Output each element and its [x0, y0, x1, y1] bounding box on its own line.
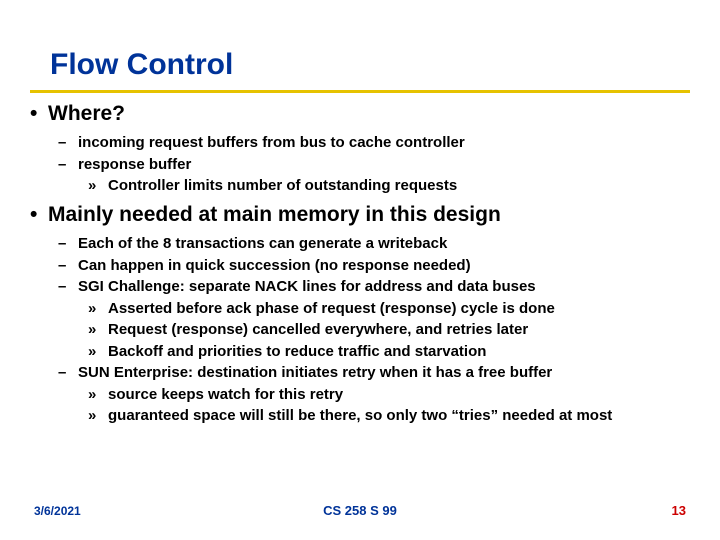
bullet-lvl2: incoming request buffers from bus to cac…	[58, 133, 690, 153]
slide-title: Flow Control	[50, 48, 690, 82]
bullet-lvl3: Asserted before ack phase of request (re…	[88, 299, 690, 319]
title-underline	[30, 90, 690, 93]
bullet-lvl2: response buffer	[58, 155, 690, 175]
bullet-lvl2: SGI Challenge: separate NACK lines for a…	[58, 277, 690, 297]
bullet-lvl3: Controller limits number of outstanding …	[88, 176, 690, 196]
slide: Flow Control Where? incoming request buf…	[0, 0, 720, 540]
bullet-lvl2: Can happen in quick succession (no respo…	[58, 256, 690, 276]
bullet-lvl1: Mainly needed at main memory in this des…	[30, 202, 690, 228]
footer-course: CS 258 S 99	[323, 503, 397, 518]
bullet-lvl1: Where?	[30, 101, 690, 127]
bullet-lvl3: source keeps watch for this retry	[88, 385, 690, 405]
bullet-lvl3: Request (response) cancelled everywhere,…	[88, 320, 690, 340]
footer: 3/6/2021 CS 258 S 99 13	[0, 503, 720, 518]
bullet-list: Where? incoming request buffers from bus…	[30, 101, 690, 426]
bullet-lvl2: Each of the 8 transactions can generate …	[58, 234, 690, 254]
bullet-lvl2: SUN Enterprise: destination initiates re…	[58, 363, 690, 383]
bullet-lvl3: guaranteed space will still be there, so…	[88, 406, 690, 426]
footer-date: 3/6/2021	[34, 504, 81, 518]
page-number: 13	[672, 503, 686, 518]
bullet-lvl3: Backoff and priorities to reduce traffic…	[88, 342, 690, 362]
